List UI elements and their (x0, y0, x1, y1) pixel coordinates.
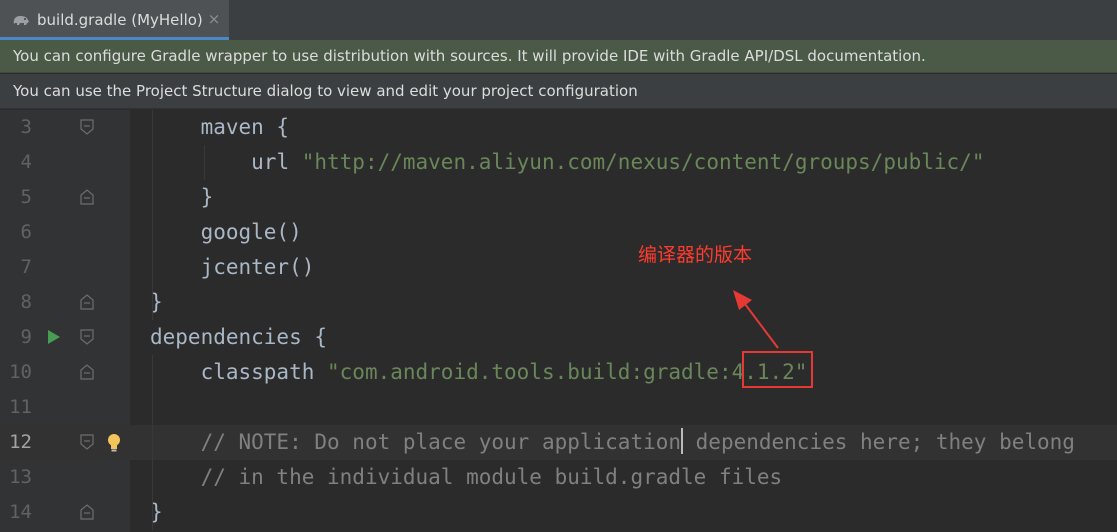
line-number: 14 (9, 501, 32, 523)
code-token: jcenter() (200, 255, 315, 279)
gradle-elephant-icon (13, 16, 29, 25)
code-text: } (150, 180, 214, 215)
indent-guide (152, 355, 153, 530)
fold-start-icon[interactable] (78, 328, 96, 346)
code-line[interactable]: 8} (0, 285, 1117, 320)
line-number: 5 (20, 186, 32, 208)
line-number: 4 (20, 151, 32, 173)
line-number: 6 (20, 221, 32, 243)
code-token: google() (200, 220, 302, 244)
line-number: 3 (20, 116, 32, 138)
code-text: // in the individual module build.gradle… (150, 460, 783, 495)
code-token: url (251, 150, 302, 174)
code-line[interactable]: 6 google() (0, 215, 1117, 250)
fold-end-icon[interactable] (78, 503, 96, 521)
gradle-wrapper-notification-text: You can configure Gradle wrapper to use … (13, 47, 926, 65)
code-editor[interactable]: 3 maven {4 url "http://maven.aliyun.com/… (0, 110, 1117, 532)
code-line[interactable]: 13 // in the individual module build.gra… (0, 460, 1117, 495)
code-line[interactable]: 7 jcenter() (0, 250, 1117, 285)
code-line[interactable]: 9 dependencies { (0, 320, 1117, 355)
fold-start-icon[interactable] (78, 433, 96, 451)
string-literal: "http://maven.aliyun.com/nexus/content/g… (301, 150, 985, 174)
code-text: dependencies { (150, 320, 327, 355)
gradle-wrapper-notification: You can configure Gradle wrapper to use … (0, 40, 1117, 73)
code-token: dependencies { (150, 325, 328, 349)
code-text: google() (150, 215, 302, 250)
fold-end-icon[interactable] (78, 188, 96, 206)
code-line[interactable]: 12 // NOTE: Do not place your applicatio… (0, 425, 1117, 460)
editor-tab-bar: build.gradle (MyHello) × (0, 0, 1117, 41)
tab-build-gradle[interactable]: build.gradle (MyHello) × (0, 0, 229, 40)
line-number: 10 (9, 361, 32, 383)
indent-guide (152, 110, 153, 320)
line-number: 7 (20, 256, 32, 278)
line-number: 11 (9, 396, 32, 418)
fold-start-icon[interactable] (78, 118, 96, 136)
code-line[interactable]: 14} (0, 495, 1117, 530)
code-comment: dependencies here; they belong (683, 430, 1075, 454)
lightbulb-icon[interactable] (106, 433, 122, 453)
code-text: // NOTE: Do not place your application d… (150, 425, 1075, 460)
annotation-label: 编译器的版本 (638, 244, 753, 266)
code-line[interactable]: 11 (0, 390, 1117, 425)
code-text: maven { (150, 110, 290, 145)
run-icon[interactable] (47, 329, 61, 345)
line-number: 8 (20, 291, 32, 313)
fold-end-icon[interactable] (78, 293, 96, 311)
project-structure-notification: You can use the Project Structure dialog… (0, 74, 1117, 109)
fold-end-icon[interactable] (78, 363, 96, 381)
close-icon[interactable]: × (206, 11, 222, 27)
line-number: 12 (9, 431, 32, 453)
code-text: url "http://maven.aliyun.com/nexus/conte… (150, 145, 984, 180)
code-text: jcenter() (150, 250, 315, 285)
line-number: 13 (9, 466, 32, 488)
code-line[interactable]: 10 classpath "com.android.tools.build:gr… (0, 355, 1117, 390)
code-token: classpath (200, 360, 328, 384)
code-token: maven { (200, 115, 290, 139)
code-text: classpath "com.android.tools.build:gradl… (150, 355, 808, 390)
code-line[interactable]: 3 maven { (0, 110, 1117, 145)
version-highlight-box (742, 351, 813, 388)
code-line[interactable]: 5 } (0, 180, 1117, 215)
code-comment: // NOTE: Do not place your application (200, 430, 682, 454)
code-comment: // in the individual module build.gradle… (200, 465, 783, 489)
indent-guide (204, 145, 205, 180)
tab-label: build.gradle (MyHello) (37, 11, 203, 29)
project-structure-notification-text: You can use the Project Structure dialog… (13, 82, 638, 100)
code-token: } (200, 185, 214, 209)
line-number: 9 (20, 326, 32, 348)
code-line[interactable]: 4 url "http://maven.aliyun.com/nexus/con… (0, 145, 1117, 180)
string-literal: "com.android.tools.build:gradle:4.1.2" (327, 360, 808, 384)
